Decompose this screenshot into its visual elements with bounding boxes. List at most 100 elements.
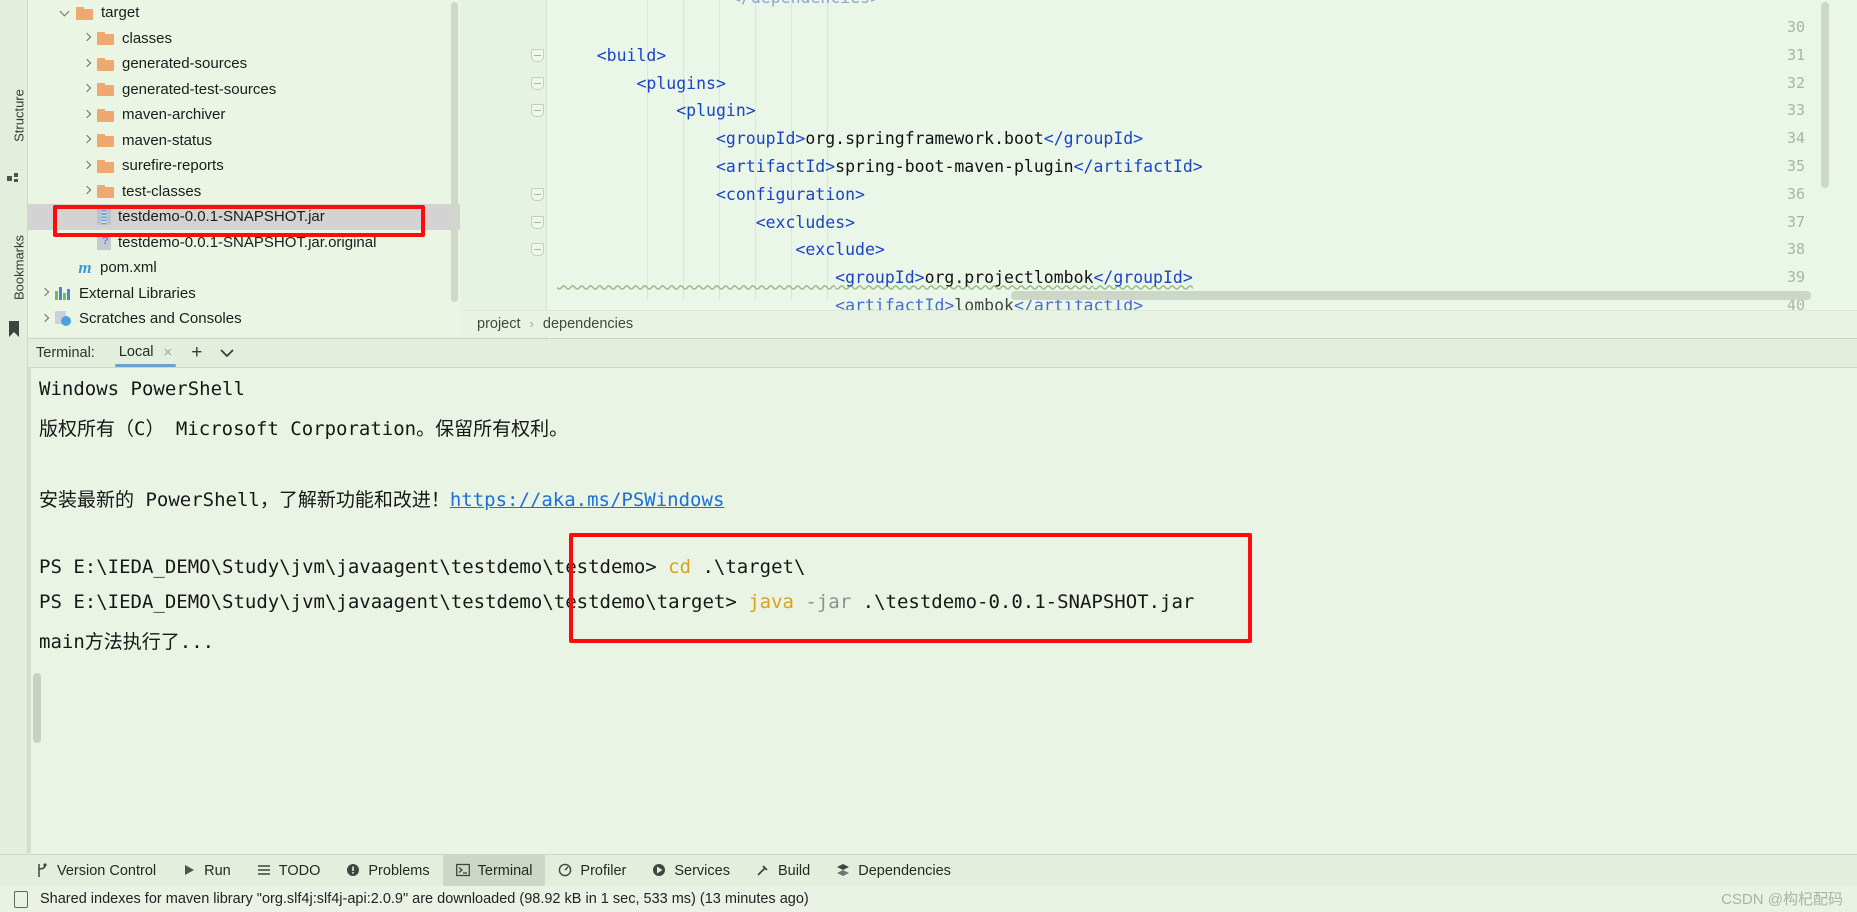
indexes-icon: [14, 890, 28, 908]
breadcrumb: project › dependencies: [461, 310, 1857, 336]
chevron-right-icon[interactable]: [80, 133, 94, 147]
tree-item-label: surefire-reports: [122, 157, 224, 175]
tool-window-label: Dependencies: [858, 862, 951, 879]
terminal-scrollbar[interactable]: [33, 673, 41, 743]
code-line: <artifactId>spring-boot-maven-plugin</ar…: [715, 157, 1203, 176]
chevron-down-icon[interactable]: [213, 345, 241, 361]
tool-button-bookmarks[interactable]: Bookmarks: [12, 223, 27, 313]
line-number: 38: [1786, 240, 1805, 259]
fold-toggle-icon[interactable]: [531, 104, 544, 118]
breadcrumb-item-dependencies[interactable]: dependencies: [543, 316, 633, 332]
line-number: 33: [1786, 101, 1805, 120]
tree-item-label: maven-archiver: [122, 106, 226, 124]
warning-icon: [346, 863, 361, 878]
tree-item-classes[interactable]: classes: [28, 26, 460, 52]
tool-window-label: Profiler: [580, 862, 627, 879]
profiler-icon: [558, 863, 573, 878]
bookmark-icon: [6, 320, 22, 337]
maven-icon: m: [78, 257, 92, 277]
tool-window-button-services[interactable]: Services: [639, 855, 743, 887]
chevron-right-icon[interactable]: [80, 159, 94, 173]
editor-horizontal-scrollbar[interactable]: [1011, 291, 1811, 300]
code-line: <configuration>: [715, 184, 865, 204]
tool-window-button-todo[interactable]: TODO: [244, 855, 334, 887]
tool-button-structure[interactable]: Structure: [12, 71, 27, 161]
tree-item-generated-sources[interactable]: generated-sources: [28, 51, 460, 77]
terminal-tab-local[interactable]: Local ×: [111, 340, 180, 367]
add-terminal-button[interactable]: +: [184, 342, 209, 364]
fold-toggle-icon[interactable]: [531, 243, 544, 257]
services-icon: [652, 863, 667, 878]
tree-item-scratches-and-consoles[interactable]: Scratches and Consoles: [28, 306, 460, 332]
tool-window-button-dependencies[interactable]: Dependencies: [823, 855, 964, 887]
status-message: Shared indexes for maven library "org.sl…: [40, 891, 809, 907]
fold-toggle-icon[interactable]: [531, 76, 544, 90]
folder-icon: [97, 57, 115, 71]
folder-icon: [97, 133, 115, 148]
tree-item-label: maven-status: [122, 131, 213, 149]
chevron-right-icon[interactable]: [80, 184, 94, 198]
code-line: <exclude>: [795, 240, 885, 260]
folder-icon: [97, 159, 115, 173]
tree-item-surefire-reports[interactable]: surefire-reports: [28, 153, 460, 179]
terminal-line-with-link: 安装最新的 PowerShell，了解新功能和改进！https://aka.ms…: [39, 488, 725, 511]
tree-item-label: Scratches and Consoles: [79, 310, 242, 328]
powershell-download-link[interactable]: https://aka.ms/PSWindows: [450, 489, 725, 511]
tool-window-button-run[interactable]: Run: [169, 855, 244, 887]
jar-file-highlight-box: [53, 205, 425, 237]
status-bar: Shared indexes for maven library "org.sl…: [0, 886, 1857, 912]
chevron-right-icon[interactable]: [80, 57, 94, 71]
tree-item-label: test-classes: [122, 182, 202, 200]
tool-window-button-terminal[interactable]: Terminal: [442, 854, 546, 887]
terminal-line: main方法执行了...: [39, 630, 215, 653]
tree-item-pom-xml[interactable]: m pom.xml: [28, 255, 460, 281]
tool-window-button-build[interactable]: Build: [743, 855, 823, 887]
code-line: <plugin>: [676, 101, 756, 121]
chevron-right-icon: ›: [529, 316, 534, 331]
tree-item-external-libraries[interactable]: External Libraries: [28, 281, 460, 307]
tree-item-test-classes[interactable]: test-classes: [28, 179, 460, 205]
tool-window-label: TODO: [278, 862, 321, 879]
structure-icon: [6, 168, 22, 184]
scratches-icon: [55, 311, 72, 327]
terminal-line: Windows PowerShell: [39, 378, 245, 400]
tool-window-bar: Version Control Run TODO Problems Terminal Pr…: [0, 854, 1857, 887]
tree-item-target[interactable]: target: [28, 0, 460, 26]
project-tree-vertical-scrollbar[interactable]: [451, 2, 458, 302]
tool-window-button-profiler[interactable]: Profiler: [545, 855, 639, 887]
chevron-right-icon[interactable]: [80, 108, 94, 122]
tool-window-label: Build: [777, 862, 811, 879]
breadcrumb-item-project[interactable]: project: [477, 316, 521, 332]
terminal-tab-bar: Terminal: Local × +: [28, 338, 1857, 368]
fold-toggle-icon[interactable]: [531, 48, 544, 62]
tool-window-label: Services: [674, 862, 730, 879]
chevron-right-icon[interactable]: [80, 31, 94, 45]
fold-toggle-icon[interactable]: [531, 187, 544, 201]
code-line: <build>: [596, 45, 667, 65]
tool-window-button-problems[interactable]: Problems: [333, 855, 442, 887]
chevron-right-icon[interactable]: [38, 286, 52, 300]
code-line: <excludes>: [755, 212, 856, 232]
close-icon[interactable]: ×: [164, 344, 173, 361]
project-tree-panel[interactable]: target classes generated-sources generated-…: [28, 0, 460, 336]
tool-window-button-version-control[interactable]: Version Control: [22, 855, 169, 887]
folder-icon: [97, 82, 115, 97]
fold-toggle-icon[interactable]: [531, 215, 544, 229]
chevron-down-icon[interactable]: [59, 6, 73, 20]
code-line-partial: </dependencies>: [731, 0, 880, 7]
chevron-right-icon[interactable]: [80, 82, 94, 96]
tree-item-maven-archiver[interactable]: maven-archiver: [28, 102, 460, 128]
line-number: 32: [1786, 73, 1805, 92]
chevron-right-icon[interactable]: [38, 312, 52, 326]
tree-item-label: target: [101, 4, 140, 22]
editor-vertical-scrollbar[interactable]: [1821, 2, 1829, 188]
tree-item-maven-status[interactable]: maven-status: [28, 128, 460, 154]
tree-item-label: pom.xml: [100, 259, 157, 277]
tree-item-label: classes: [122, 29, 173, 47]
line-number: 30: [1786, 18, 1805, 36]
tree-item-generated-test-sources[interactable]: generated-test-sources: [28, 77, 460, 103]
terminal-tab-label: Local: [118, 344, 154, 360]
folder-icon: [97, 31, 115, 46]
